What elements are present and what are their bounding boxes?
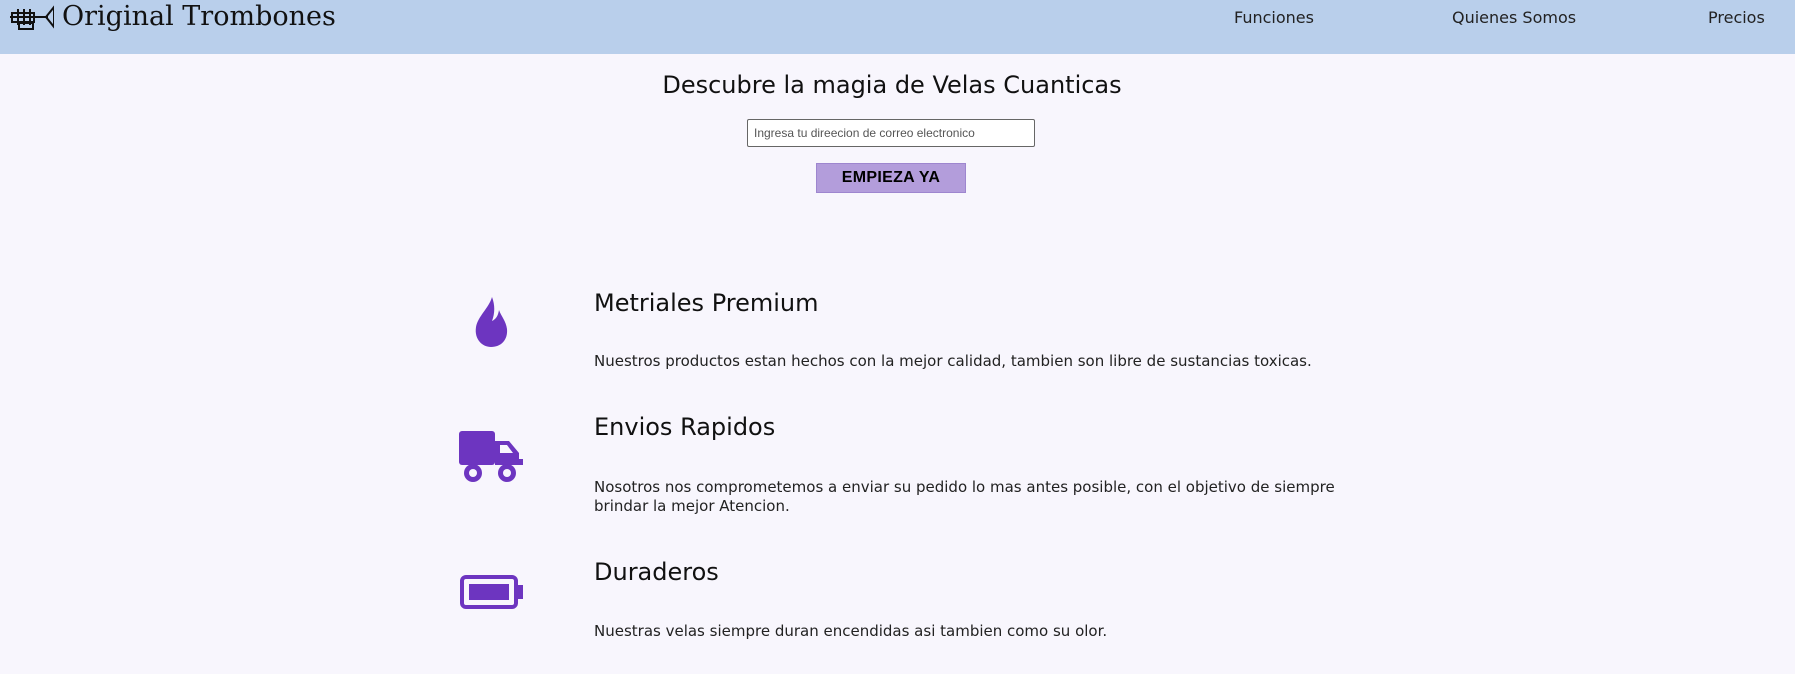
feature-text-durable: Nuestras velas siempre duran encendidas …	[594, 622, 1108, 640]
feature-text-premium: Nuestros productos estan hechos con la m…	[594, 352, 1312, 370]
battery-icon	[460, 575, 523, 609]
feature-title-shipping: Envios Rapidos	[594, 413, 776, 441]
site-header: Original Trombones Funciones Quienes Som…	[0, 0, 1795, 54]
truck-icon	[459, 431, 523, 482]
brand[interactable]: Original Trombones	[10, 0, 336, 34]
brand-name: Original Trombones	[62, 1, 336, 32]
feature-title-premium: Metriales Premium	[594, 289, 819, 317]
start-button[interactable]: EMPIEZA YA	[816, 163, 966, 193]
nav-link-precios[interactable]: Precios	[1708, 8, 1765, 28]
nav-link-funciones[interactable]: Funciones	[1234, 8, 1314, 28]
hero-title: Descubre la magia de Velas Cuanticas	[662, 71, 1122, 99]
email-input[interactable]	[747, 119, 1035, 147]
feature-text-shipping: Nosotros nos comprometemos a enviar su p…	[594, 478, 1335, 515]
trombone-logo-icon	[10, 5, 54, 30]
flame-icon	[475, 297, 508, 347]
feature-title-durable: Duraderos	[594, 558, 719, 586]
nav-link-quienes-somos[interactable]: Quienes Somos	[1452, 8, 1576, 28]
